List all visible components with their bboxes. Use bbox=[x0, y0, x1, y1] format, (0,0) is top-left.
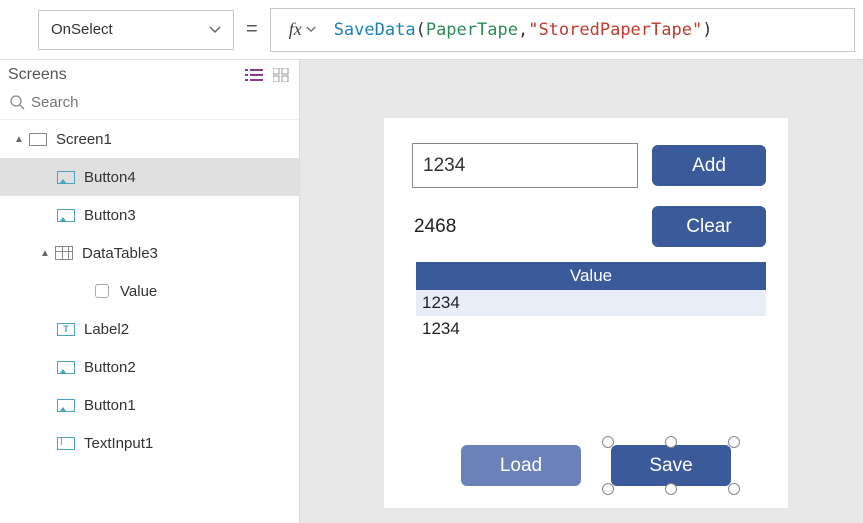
panel-title: Screens bbox=[8, 66, 67, 84]
resize-handle[interactable] bbox=[602, 436, 614, 448]
app-canvas[interactable]: Add 2468 Clear Value 1234 1234 Load Save bbox=[384, 118, 788, 508]
grid-view-icon[interactable] bbox=[273, 68, 289, 82]
canvas-area[interactable]: Add 2468 Clear Value 1234 1234 Load Save bbox=[300, 60, 863, 523]
resize-handle[interactable] bbox=[665, 483, 677, 495]
control-tree: ▲ Screen1 Button4 Button3 ▲ DataTable3 V… bbox=[0, 120, 299, 523]
tree-label: Value bbox=[120, 283, 157, 300]
table-header[interactable]: Value bbox=[416, 262, 766, 290]
tree-item-button3[interactable]: Button3 bbox=[0, 196, 299, 234]
table-icon bbox=[55, 246, 73, 260]
resize-handle[interactable] bbox=[602, 483, 614, 495]
tree-item-button4[interactable]: Button4 bbox=[0, 158, 299, 196]
load-button[interactable]: Load bbox=[461, 445, 581, 486]
tree-view-panel: Screens bbox=[0, 60, 300, 523]
tree-label: Label2 bbox=[84, 321, 129, 338]
clear-button[interactable]: Clear bbox=[652, 206, 766, 247]
chevron-down-icon bbox=[209, 26, 221, 34]
panel-header: Screens bbox=[0, 60, 299, 90]
tree-label: Button1 bbox=[84, 397, 136, 414]
formula-token-ident: PaperTape bbox=[426, 20, 518, 40]
search-icon bbox=[10, 95, 25, 110]
tree-label: DataTable3 bbox=[82, 245, 158, 262]
tree-label: Screen1 bbox=[56, 131, 112, 148]
button-icon bbox=[57, 171, 75, 184]
resize-handle[interactable] bbox=[665, 436, 677, 448]
screen-icon bbox=[29, 133, 47, 146]
save-button[interactable]: Save bbox=[611, 445, 731, 486]
button-icon bbox=[57, 209, 75, 222]
expander-icon[interactable]: ▲ bbox=[14, 134, 28, 145]
resize-handle[interactable] bbox=[728, 483, 740, 495]
tree-item-label2[interactable]: T Label2 bbox=[0, 310, 299, 348]
resize-handle[interactable] bbox=[728, 436, 740, 448]
textinput-icon bbox=[57, 437, 75, 450]
search-row bbox=[0, 90, 299, 120]
tree-item-button2[interactable]: Button2 bbox=[0, 348, 299, 386]
property-name: OnSelect bbox=[51, 21, 113, 38]
search-input[interactable] bbox=[31, 94, 289, 111]
tree-label: Button4 bbox=[84, 169, 136, 186]
formula-input[interactable]: fx SaveData ( PaperTape , "StoredPaperTa… bbox=[270, 8, 855, 52]
formula-token-func: SaveData bbox=[334, 20, 416, 40]
tree-item-screen1[interactable]: ▲ Screen1 bbox=[0, 120, 299, 158]
data-table[interactable]: Value 1234 1234 bbox=[416, 262, 766, 342]
expander-icon[interactable]: ▲ bbox=[40, 248, 54, 259]
formula-bar: OnSelect = fx SaveData ( PaperTape , "St… bbox=[0, 0, 863, 60]
property-dropdown[interactable]: OnSelect bbox=[38, 10, 234, 50]
tree-label: TextInput1 bbox=[84, 435, 153, 452]
button-icon bbox=[57, 361, 75, 374]
equals-sign: = bbox=[242, 18, 262, 41]
table-row[interactable]: 1234 bbox=[416, 316, 766, 342]
list-view-icon[interactable] bbox=[245, 68, 263, 82]
save-button-label: Save bbox=[649, 455, 692, 477]
value-input[interactable] bbox=[412, 143, 638, 188]
tree-label: Button2 bbox=[84, 359, 136, 376]
tree-item-textinput1[interactable]: TextInput1 bbox=[0, 424, 299, 462]
add-button[interactable]: Add bbox=[652, 145, 766, 186]
table-row[interactable]: 1234 bbox=[416, 290, 766, 316]
sum-label: 2468 bbox=[414, 216, 456, 238]
tree-item-datatable3[interactable]: ▲ DataTable3 bbox=[0, 234, 299, 272]
field-icon bbox=[95, 284, 109, 298]
fx-icon[interactable]: fx bbox=[279, 19, 316, 40]
formula-token-string: "StoredPaperTape" bbox=[528, 20, 702, 40]
button-icon bbox=[57, 399, 75, 412]
tree-item-button1[interactable]: Button1 bbox=[0, 386, 299, 424]
label-icon: T bbox=[57, 323, 75, 336]
tree-label: Button3 bbox=[84, 207, 136, 224]
tree-item-value-column[interactable]: Value bbox=[0, 272, 299, 310]
